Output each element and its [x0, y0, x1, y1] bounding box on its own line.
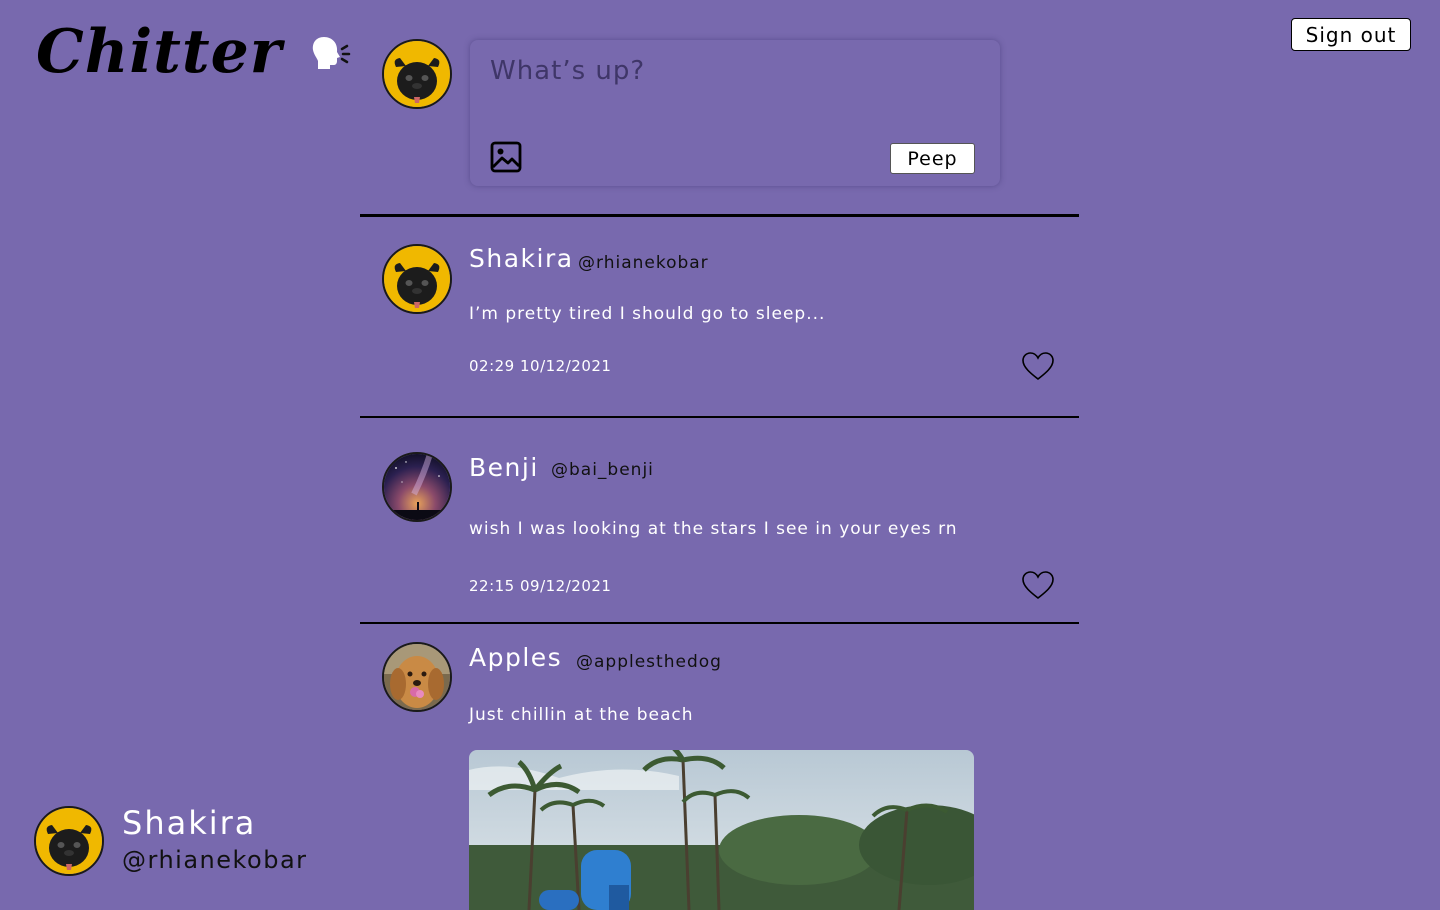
post-text: I’m pretty tired I should go to sleep... — [469, 304, 826, 324]
post-avatar[interactable] — [382, 452, 452, 522]
compose-input[interactable] — [488, 50, 972, 92]
post-text: Just chillin at the beach — [469, 705, 694, 725]
pug-avatar-icon — [36, 808, 102, 874]
pug-avatar-icon — [384, 41, 450, 107]
post-timestamp: 22:15 09/12/2021 — [469, 577, 612, 595]
post-timestamp: 02:29 10/12/2021 — [469, 357, 612, 375]
compose-box: Peep — [470, 40, 1000, 186]
post-author-name[interactable]: Shakira — [469, 244, 574, 273]
post-avatar[interactable] — [382, 642, 452, 712]
post-author-name[interactable]: Benji — [469, 453, 539, 482]
logo: Chitter — [36, 22, 354, 82]
post-text: wish I was looking at the stars I see in… — [469, 519, 958, 539]
logo-text: Chitter — [36, 17, 283, 87]
post-author-name[interactable]: Apples — [469, 643, 562, 672]
current-user-name: Shakira — [122, 804, 257, 842]
current-user-avatar[interactable] — [34, 806, 104, 876]
heart-icon[interactable] — [1021, 570, 1055, 600]
compose-avatar — [382, 39, 452, 109]
post-divider — [360, 416, 1079, 418]
beach-photo — [469, 750, 974, 910]
night-sky-avatar-icon — [384, 454, 450, 520]
post-author-handle[interactable]: @rhianekobar — [578, 253, 709, 273]
post-divider — [360, 622, 1079, 624]
peep-button[interactable]: Peep — [890, 143, 975, 174]
compose-divider — [360, 214, 1079, 217]
post-image[interactable] — [469, 750, 974, 910]
sign-out-button[interactable]: Sign out — [1291, 18, 1411, 51]
heart-icon[interactable] — [1021, 351, 1055, 381]
golden-dog-avatar-icon — [384, 644, 450, 710]
pug-avatar-icon — [384, 246, 450, 312]
post-author-handle[interactable]: @bai_benji — [551, 460, 654, 480]
speaking-head-icon — [313, 37, 351, 69]
post-author-handle[interactable]: @applesthedog — [576, 652, 722, 672]
current-user-handle: @rhianekobar — [122, 846, 308, 874]
image-upload-icon[interactable] — [490, 141, 522, 173]
post-avatar[interactable] — [382, 244, 452, 314]
